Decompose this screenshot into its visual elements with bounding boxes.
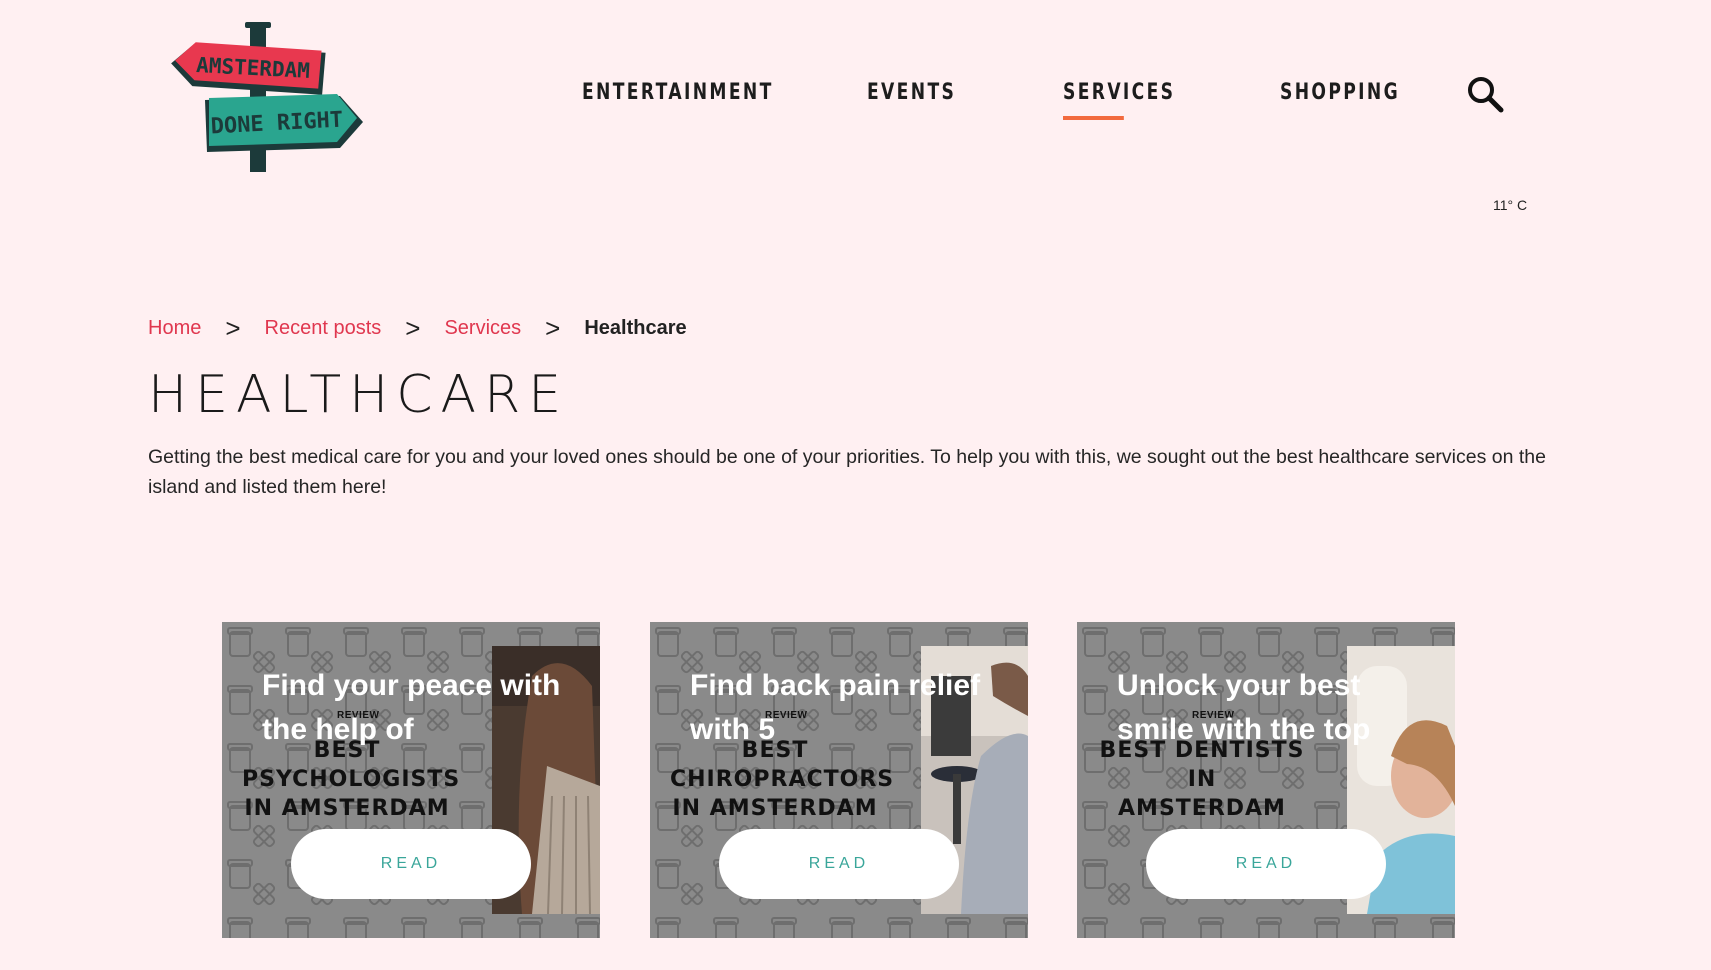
read-button[interactable]: READ (1146, 829, 1386, 899)
breadcrumb-current: Healthcare (584, 316, 687, 339)
breadcrumb: Home > Recent posts > Services > Healthc… (148, 315, 687, 341)
read-button[interactable]: READ (291, 829, 531, 899)
nav-item-entertainment[interactable]: ENTERTAINMENT (582, 80, 774, 105)
card-cover-line: CHIROPRACTORS (670, 767, 895, 792)
breadcrumb-separator: > (545, 313, 561, 343)
read-button[interactable]: READ (719, 829, 959, 899)
nav-item-services[interactable]: SERVICES (1063, 80, 1175, 120)
nav-item-events[interactable]: EVENTS (867, 80, 956, 105)
page-title: HEALTHCARE (148, 365, 570, 425)
breadcrumb-home[interactable]: Home (148, 317, 201, 340)
card-cover-line: IN AMSTERDAM (672, 796, 878, 821)
card-cover-line: AMSTERDAM (1118, 796, 1286, 821)
page-intro: Getting the best medical care for you an… (148, 446, 1546, 498)
post-card-dentists[interactable]: REVIEW BEST DENTISTS IN AMSTERDAM Unlock… (1077, 622, 1455, 938)
main-nav: ENTERTAINMENT EVENTS SERVICES SHOPPING (0, 80, 1711, 130)
post-card-chiropractors[interactable]: REVIEW BEST CHIROPRACTORS IN AMSTERDAM F… (650, 622, 1028, 938)
card-cover-line: PSYCHOLOGISTS (242, 767, 461, 792)
card-title[interactable]: Find back pain relief with 5 (690, 664, 1010, 752)
card-cover-line: IN AMSTERDAM (244, 796, 450, 821)
temperature-readout: 11° C (1493, 197, 1528, 213)
nav-item-shopping[interactable]: SHOPPING (1280, 80, 1400, 105)
breadcrumb-separator: > (225, 313, 241, 343)
card-title[interactable]: Unlock your best smile with the top (1117, 664, 1437, 752)
post-card-psychologists[interactable]: REVIEW BEST PSYCHOLOGISTS IN AMSTERDAM F… (222, 622, 600, 938)
card-title[interactable]: Find your peace with the help of (262, 664, 582, 752)
breadcrumb-recent-posts[interactable]: Recent posts (265, 317, 382, 340)
breadcrumb-separator: > (405, 313, 421, 343)
search-icon[interactable] (1465, 74, 1505, 114)
breadcrumb-services[interactable]: Services (444, 317, 521, 340)
